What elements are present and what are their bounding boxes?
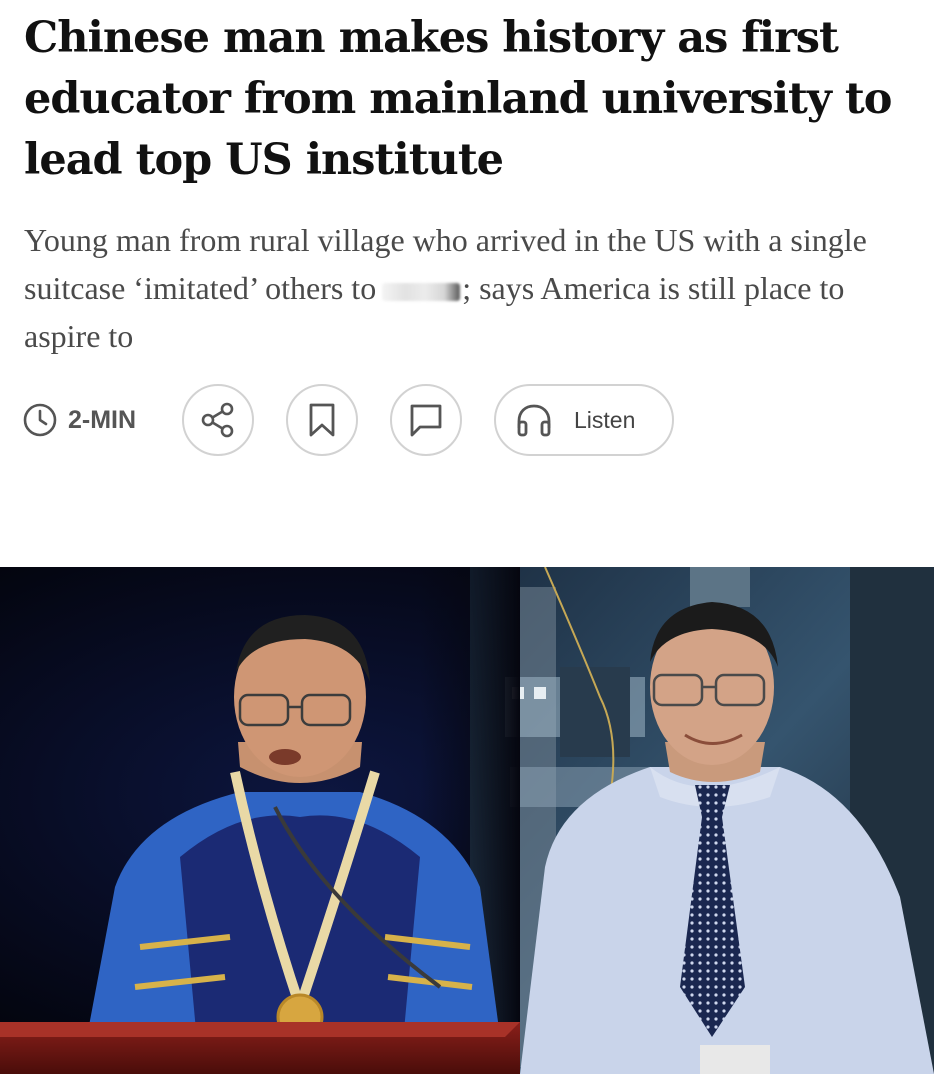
comment-icon bbox=[410, 404, 442, 437]
headline: Chinese man makes history as first educa… bbox=[24, 13, 892, 185]
listen-label: Listen bbox=[574, 406, 636, 433]
headphones-icon bbox=[517, 404, 551, 437]
bookmark-button[interactable] bbox=[286, 384, 358, 456]
share-icon bbox=[201, 402, 234, 438]
redacted-word bbox=[382, 283, 461, 301]
bookmark-icon bbox=[309, 403, 335, 437]
article-header: Chinese man makes history as first educa… bbox=[24, 8, 904, 191]
listen-button[interactable]: Listen bbox=[494, 384, 674, 456]
hero-photo bbox=[0, 567, 934, 1074]
clock-icon bbox=[23, 403, 57, 437]
article-toolbar: 2-MIN Listen bbox=[22, 384, 722, 456]
hero-image bbox=[0, 567, 934, 1074]
read-time-label: 2-MIN bbox=[68, 405, 137, 434]
read-time: 2-MIN bbox=[22, 402, 136, 438]
share-button[interactable] bbox=[182, 384, 254, 456]
standfirst: Young man from rural village who arrived… bbox=[24, 216, 904, 360]
comment-button[interactable] bbox=[390, 384, 462, 456]
